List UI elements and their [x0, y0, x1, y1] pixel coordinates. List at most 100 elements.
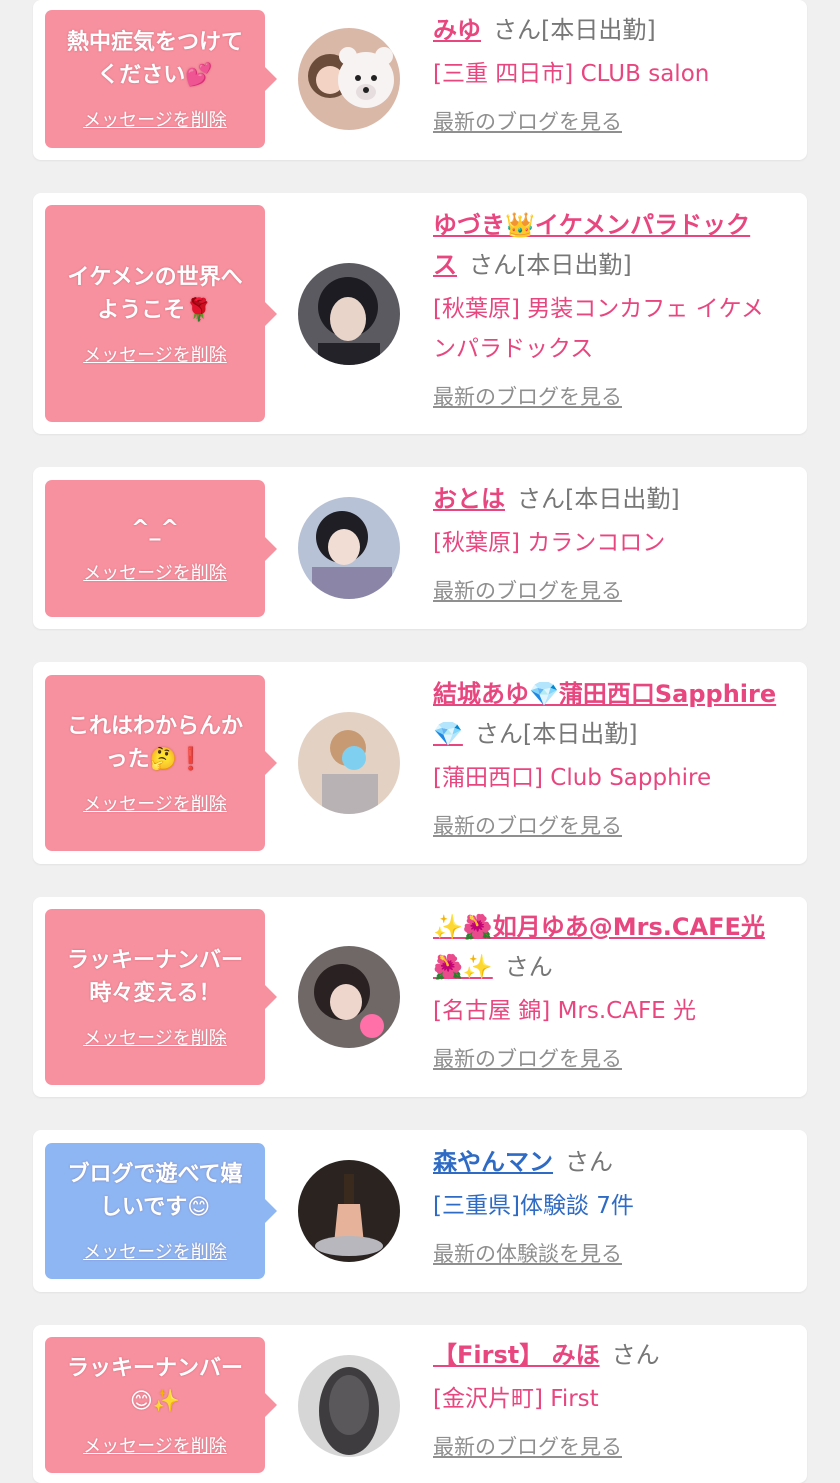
latest-blog-link[interactable]: 最新のブログを見る [433, 106, 622, 136]
name-line: ✨🌺如月ゆあ@Mrs.CAFE光 🌺✨ さん [433, 907, 789, 987]
cast-name-link[interactable]: ✨🌺如月ゆあ@Mrs.CAFE光 [433, 913, 765, 941]
avatar[interactable] [298, 497, 400, 599]
shop-label: [秋葉原] カランコロン [433, 530, 666, 556]
message-bubble: ^_^ メッセージを削除 [45, 480, 277, 617]
favorites-list: 熱中症気をつけて ください💕 メッセージを削除 みゆ さん[本日出勤] [三重 … [0, 0, 840, 1483]
avatar-image [298, 1160, 400, 1262]
delete-message-link[interactable]: メッセージを削除 [83, 1238, 227, 1264]
delete-message-link[interactable]: メッセージを削除 [83, 559, 227, 585]
cast-info: ゆづき👑イケメンパラドック スさん[本日出勤] [秋葉原] 男装コンカフェ イケ… [433, 205, 789, 411]
message-text: ラッキーナンバー 😊✨ [67, 1352, 243, 1418]
message-line: 😊✨ [129, 1389, 181, 1414]
avatar-image [298, 28, 400, 130]
message-text: ブログで遊べて嬉 しいです😊 [67, 1158, 242, 1224]
message-line: ブログで遊べて嬉 [67, 1162, 243, 1187]
cast-name-link[interactable]: ゆづき👑イケメンパラドック [433, 211, 750, 239]
message-text: これはわからんか った🤔❗ [67, 710, 243, 776]
delete-message-link[interactable]: メッセージを削除 [83, 341, 227, 367]
message-line: 時々変える！ [89, 981, 221, 1006]
name-line: 森やんマン さん [433, 1142, 789, 1182]
honorific: さん [611, 1341, 660, 1369]
message-line: った🤔❗ [105, 747, 205, 772]
honorific: さん [565, 1148, 613, 1176]
list-item: ブログで遊べて嬉 しいです😊 メッセージを削除 森やんマン さん [三重県]体験談… [33, 1130, 807, 1292]
delete-message-link[interactable]: メッセージを削除 [83, 106, 227, 132]
avatar[interactable] [298, 1160, 400, 1262]
list-item: これはわからんか った🤔❗ メッセージを削除 結城あゆ💎蒲田西口Sapphire… [33, 662, 807, 864]
delete-message-link[interactable]: メッセージを削除 [83, 1432, 227, 1458]
message-text: ラッキーナンバー 時々変える！ [67, 944, 243, 1010]
list-item: ラッキーナンバー 時々変える！ メッセージを削除 ✨🌺如月ゆあ@Mrs.CAFE… [33, 897, 807, 1097]
shop-line: ンパラドックス [433, 336, 594, 362]
shop-label: [三重 四日市] CLUB salon [433, 61, 710, 87]
latest-blog-link[interactable]: 最新のブログを見る [433, 575, 622, 605]
honorific: さん [504, 953, 553, 981]
latest-blog-link[interactable]: 最新のブログを見る [433, 1043, 622, 1073]
honorific: さん[本日出勤] [493, 16, 656, 44]
avatar-image [298, 946, 400, 1048]
message-bubble: ラッキーナンバー 時々変える！ メッセージを削除 [45, 909, 277, 1085]
name-line: ゆづき👑イケメンパラドック スさん[本日出勤] [433, 205, 789, 285]
cast-name-link[interactable]: 🌺✨ [433, 953, 493, 981]
avatar[interactable] [298, 1355, 400, 1457]
name-line: 結城あゆ💎蒲田西口Sapphire 💎 さん[本日出勤] [433, 674, 789, 754]
avatar[interactable] [298, 263, 400, 365]
cast-name-link[interactable]: ス [433, 251, 457, 279]
list-item: 熱中症気をつけて ください💕 メッセージを削除 みゆ さん[本日出勤] [三重 … [33, 0, 807, 160]
avatar[interactable] [298, 946, 400, 1048]
message-line: ラッキーナンバー [66, 1356, 243, 1381]
honorific: さん[本日出勤] [469, 251, 632, 279]
name-line: みゆ さん[本日出勤] [433, 10, 789, 50]
message-bubble: ブログで遊べて嬉 しいです😊 メッセージを削除 [45, 1143, 277, 1279]
cast-name-link[interactable]: みゆ [433, 16, 481, 44]
shop-label: [秋葉原] 男装コンカフェ イケメ ンパラドックス [433, 289, 789, 369]
message-line: しいです😊 [99, 1195, 211, 1220]
message-line: イケメンの世界へ [67, 264, 243, 290]
list-item: イケメンの世界へ ようこそ🌹 メッセージを削除 ゆづき👑イケメンパラドック スさ… [33, 193, 807, 434]
message-line: ラッキーナンバー [66, 948, 243, 973]
honorific: さん[本日出勤] [517, 485, 680, 513]
message-bubble: イケメンの世界へ ようこそ🌹 メッセージを削除 [45, 205, 277, 422]
cast-info: 結城あゆ💎蒲田西口Sapphire 💎 さん[本日出勤] [蒲田西口] Club … [433, 674, 789, 840]
cast-info: おとは さん[本日出勤] [秋葉原] カランコロン 最新のブログを見る [433, 479, 789, 605]
avatar[interactable] [298, 28, 400, 130]
avatar[interactable] [298, 712, 400, 814]
delete-message-link[interactable]: メッセージを削除 [83, 790, 227, 816]
shop-line: [秋葉原] 男装コンカフェ イケメ [433, 296, 764, 322]
latest-review-link[interactable]: 最新の体験談を見る [433, 1238, 622, 1268]
message-text: 熱中症気をつけて ください💕 [67, 26, 243, 92]
reviewer-name-link[interactable]: 森やんマン [433, 1148, 553, 1176]
cast-name-link[interactable]: おとは [433, 485, 505, 513]
message-bubble: 熱中症気をつけて ください💕 メッセージを削除 [45, 10, 277, 148]
message-text: イケメンの世界へ ようこそ🌹 [67, 261, 242, 327]
shop-label: [名古屋 錦] Mrs.CAFE 光 [433, 998, 697, 1024]
cast-name-link[interactable]: 💎 [433, 720, 463, 748]
cast-info: みゆ さん[本日出勤] [三重 四日市] CLUB salon 最新のブログを見る [433, 10, 789, 136]
cast-info: ✨🌺如月ゆあ@Mrs.CAFE光 🌺✨ さん [名古屋 錦] Mrs.CAFE 光… [433, 907, 789, 1073]
message-line: これはわからんか [66, 714, 243, 739]
shop-label: [金沢片町] First [433, 1386, 599, 1412]
name-line: 【First】 みほ さん [433, 1335, 789, 1375]
list-item: ^_^ メッセージを削除 おとは さん[本日出勤] [秋葉原] カランコロン 最新… [33, 467, 807, 629]
cast-info: 森やんマン さん [三重県]体験談 7件 最新の体験談を見る [433, 1142, 789, 1268]
cast-name-link[interactable]: 結城あゆ💎蒲田西口Sapphire [433, 680, 776, 708]
message-line: 熱中症気をつけて [66, 30, 243, 55]
cast-name-link[interactable]: 【First】 みほ [433, 1341, 600, 1369]
list-item: ラッキーナンバー 😊✨ メッセージを削除 【First】 みほ さん [金沢片町]… [33, 1325, 807, 1483]
delete-message-link[interactable]: メッセージを削除 [83, 1024, 227, 1050]
avatar-image [298, 497, 400, 599]
review-count-label: [三重県]体験談 7件 [433, 1193, 634, 1219]
avatar-image [298, 712, 400, 814]
name-line: おとは さん[本日出勤] [433, 479, 789, 519]
message-line: ^_^ [131, 516, 179, 541]
message-text: ^_^ [131, 512, 179, 545]
message-bubble: ラッキーナンバー 😊✨ メッセージを削除 [45, 1337, 277, 1473]
latest-blog-link[interactable]: 最新のブログを見る [433, 1431, 622, 1461]
avatar-image [298, 1355, 400, 1457]
message-line: ください💕 [97, 63, 213, 88]
latest-blog-link[interactable]: 最新のブログを見る [433, 810, 622, 840]
message-line: ようこそ🌹 [97, 297, 213, 323]
cast-info: 【First】 みほ さん [金沢片町] First 最新のブログを見る [433, 1335, 789, 1461]
latest-blog-link[interactable]: 最新のブログを見る [433, 381, 622, 411]
shop-label: [蒲田西口] Club Sapphire [433, 765, 712, 791]
